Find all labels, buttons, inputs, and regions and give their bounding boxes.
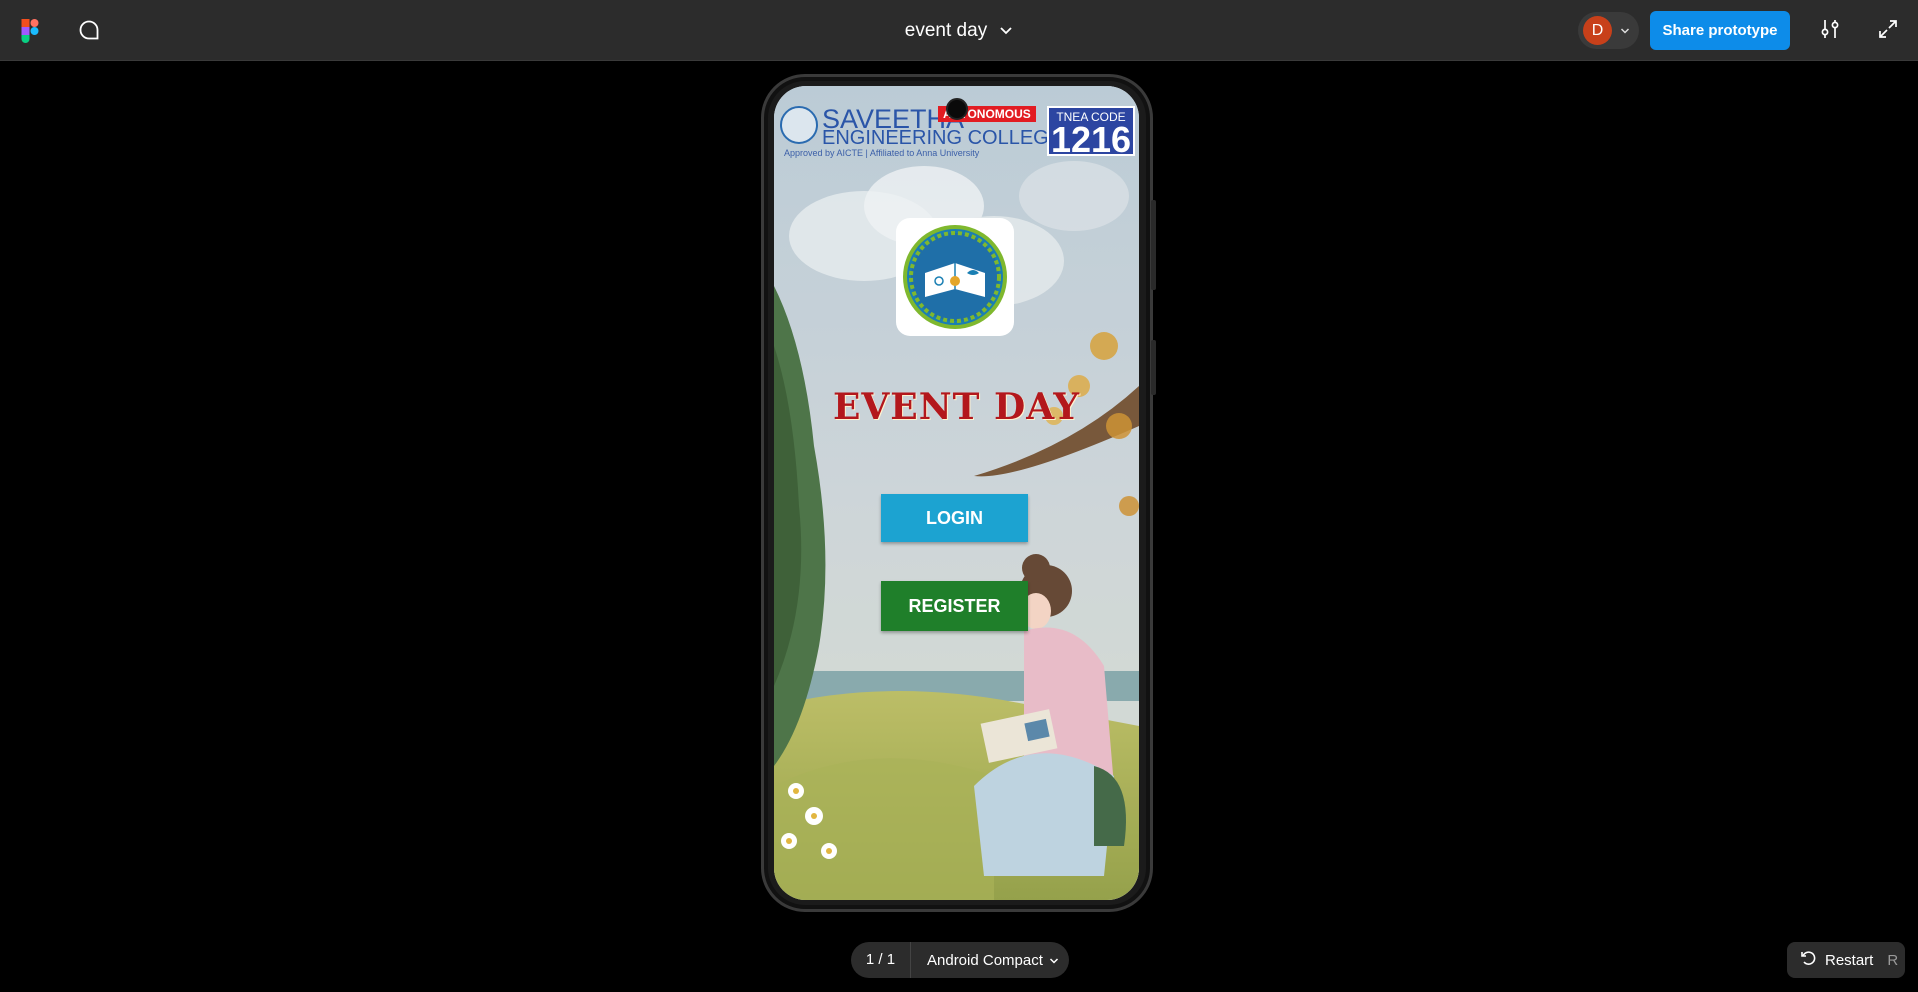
register-button[interactable]: REGISTER [881,581,1028,631]
restart-button[interactable]: Restart R [1787,942,1905,978]
college-affiliation: Approved by AICTE | Affiliated to Anna U… [784,148,980,158]
fullscreen-icon[interactable] [1876,17,1902,43]
device-volume-button [1151,340,1156,395]
chevron-down-icon [1620,22,1630,40]
device-label: Android Compact [927,951,1043,969]
restart-icon [1799,949,1817,971]
prototype-pager: 1 / 1 Android Compact [851,942,1069,978]
user-menu[interactable]: D [1578,12,1639,49]
login-button[interactable]: LOGIN [881,494,1028,542]
chevron-down-icon [1049,952,1059,969]
page-counter: 1 / 1 [851,942,911,978]
college-seal-small [780,106,818,144]
comment-icon[interactable] [76,17,102,43]
file-title-menu[interactable]: event day [905,20,1013,42]
avatar: D [1583,16,1612,45]
share-prototype-button[interactable]: Share prototype [1650,11,1790,50]
device-power-button [1151,200,1156,290]
college-emblem-icon [903,225,1007,329]
college-name-line2: ENGINEERING COLLEGE [822,127,1063,149]
figma-logo-icon[interactable] [21,19,39,43]
tnea-code: 1216 [1050,119,1132,160]
restart-label: Restart [1825,951,1874,969]
prototype-screen: SAVEETHA ENGINEERING COLLEGE Approved by… [774,86,1139,900]
camera-icon [946,98,968,120]
chevron-down-icon [999,20,1013,42]
settings-sliders-icon[interactable] [1818,17,1844,43]
tnea-code-badge: TNEA CODE 1216 [1047,106,1135,160]
background-illustration [774,86,1139,900]
file-title: event day [904,19,988,41]
college-logo [896,218,1014,336]
device-selector[interactable]: Android Compact [911,952,1059,969]
prototype-toolbar: event day D Share prototype [0,0,1918,61]
restart-shortcut: R [1887,951,1899,969]
app-title: EVENT DAY [832,386,1081,428]
